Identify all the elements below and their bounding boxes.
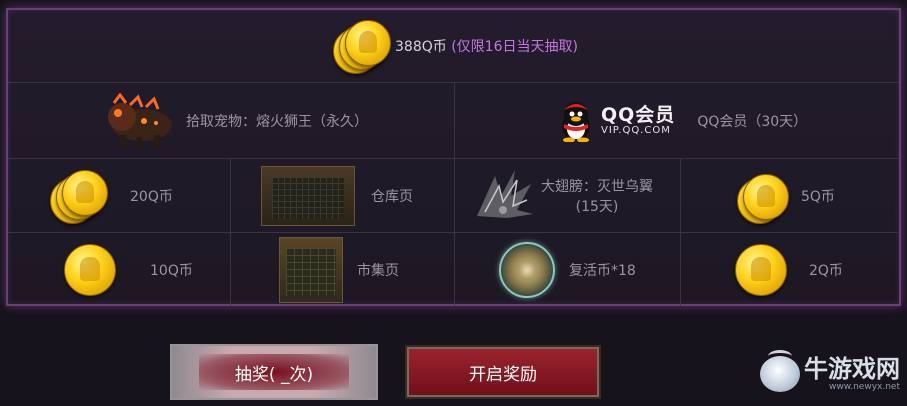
reward-label: 拾取宠物：熔火狮王（永久） — [186, 113, 368, 130]
reward-label: QQ会员（30天） — [697, 113, 808, 130]
reward-label: 仓库页 — [371, 188, 413, 205]
reward-label: 20Q币 — [130, 188, 173, 205]
qq-penguin-icon — [562, 101, 590, 142]
qq-vip-logo: QQ会员 VIP.QQ.COM — [557, 100, 675, 142]
reward-cell-2q: 2Q币 — [681, 233, 899, 306]
reward-cell-revive: 复活币*18 — [455, 233, 680, 306]
coin-stack-icon — [735, 170, 795, 224]
cow-mascot-icon — [760, 350, 800, 392]
reward-cell-5q: 5Q币 — [681, 159, 899, 232]
grand-prize-amount: 388Q币 — [395, 39, 447, 55]
reward-cell-market: 市集页 — [231, 233, 454, 306]
coin-stack-icon — [48, 169, 108, 224]
reward-cell-20q: 20Q币 — [8, 159, 230, 232]
warehouse-page-icon — [261, 165, 355, 226]
reward-cell-wings: 大翅膀：灭世乌翼 (15天) — [455, 159, 680, 232]
reward-board: 388Q币 (仅限16日当天抽取) 拾取宠物：熔火狮王（永久） QQ会员 VIP… — [6, 8, 901, 306]
reward-label: 复活币*18 — [569, 262, 636, 279]
reward-cell-10q: 10Q币 — [8, 233, 230, 306]
reward-label: 10Q币 — [150, 262, 193, 279]
grand-prize-label: 388Q币 (仅限16日当天抽取) — [395, 36, 578, 56]
watermark-title: 牛游戏网 — [804, 355, 900, 383]
grand-prize-note: (仅限16日当天抽取) — [451, 39, 578, 55]
reward-label: 2Q币 — [809, 262, 843, 279]
coin-stack-icon — [329, 20, 392, 74]
reward-label: 大翅膀：灭世乌翼 — [541, 178, 653, 195]
qq-logo-title: QQ会员 — [601, 104, 676, 126]
site-watermark: 牛游戏网 www.newyx.net — [760, 350, 900, 392]
watermark-url: www.newyx.net — [828, 382, 900, 392]
revive-coin-icon — [499, 241, 555, 298]
reward-label-duration: (15天) — [575, 198, 619, 215]
qq-logo-url: VIP.QQ.COM — [601, 125, 671, 136]
draw-button-label: 抽奖( _次) — [199, 354, 349, 390]
lion-pet-icon — [108, 92, 172, 149]
coin-icon — [64, 243, 116, 296]
open-rewards-button[interactable]: 开启奖励 — [405, 345, 601, 399]
market-page-icon — [279, 236, 343, 303]
reward-label: 5Q币 — [801, 188, 835, 205]
draw-button[interactable]: 抽奖( _次) — [170, 344, 378, 400]
coin-icon — [735, 243, 787, 296]
reward-cell-pet: 拾取宠物：熔火狮王（永久） — [8, 83, 454, 158]
reward-label: 市集页 — [357, 262, 399, 279]
grand-prize-cell: 388Q币 (仅限16日当天抽取) — [8, 10, 899, 82]
wings-icon — [477, 169, 533, 218]
reward-cell-qq-vip: QQ会员 VIP.QQ.COM QQ会员（30天） — [455, 83, 899, 158]
reward-cell-warehouse: 仓库页 — [231, 159, 454, 232]
